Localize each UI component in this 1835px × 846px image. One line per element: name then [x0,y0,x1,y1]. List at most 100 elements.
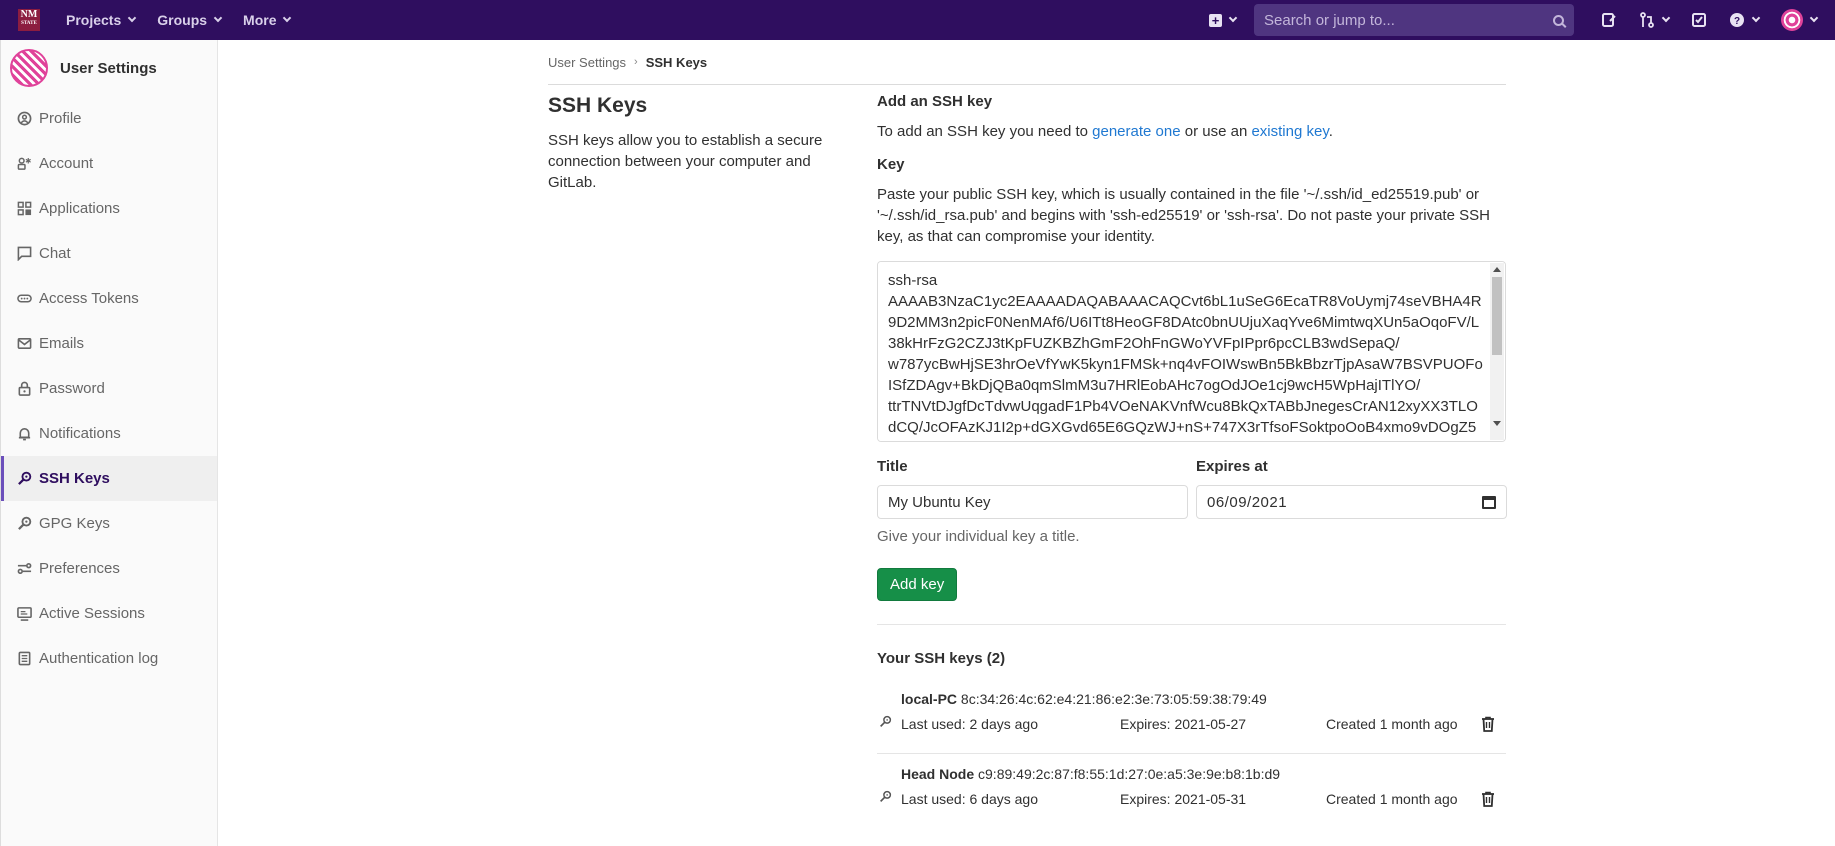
scroll-down-arrow-icon[interactable] [1493,421,1501,426]
expires-date-input[interactable]: 06/09/2021 [1196,485,1507,519]
log-icon [16,651,32,667]
title-label: Title [877,458,908,475]
sidebar-item-gpg-keys[interactable]: GPG Keys [1,501,217,546]
calendar-icon[interactable] [1482,495,1496,509]
sidebar-item-label: Applications [39,200,120,217]
nmstate-logo[interactable]: NM STATE [18,9,40,31]
chevron-down-icon [213,13,223,23]
help-button[interactable]: ? [1729,12,1761,28]
chevron-down-icon [1751,13,1761,23]
ssh-key-created: Created 1 month ago [1326,791,1458,807]
page-title: SSH Keys [548,94,648,117]
sidebar-item-ssh-keys[interactable]: SSH Keys [1,456,217,501]
search-input[interactable] [1264,11,1553,29]
existing-key-link[interactable]: existing key [1251,123,1328,140]
delete-key-button[interactable] [1481,716,1495,732]
chat-icon [16,246,32,262]
search-box[interactable] [1254,4,1574,36]
user-menu[interactable] [1781,9,1819,31]
logo-text: NM [20,9,38,20]
merge-requests-button[interactable] [1639,12,1671,28]
sidebar-item-authentication-log[interactable]: Authentication log [1,636,217,681]
ssh-key-last-used: Last used: 2 days ago [901,716,1038,732]
main-content: User Settings › SSH Keys SSH Keys SSH ke… [548,40,1507,807]
title-hint: Give your individual key a title. [877,528,1080,545]
token-icon [16,291,32,307]
search-icon[interactable] [1553,14,1564,26]
delete-key-button[interactable] [1481,791,1495,807]
scrollbar-thumb[interactable] [1492,277,1502,355]
nav-groups-label: Groups [157,12,208,28]
applications-icon [16,201,32,217]
sidebar-item-label: Active Sessions [39,605,145,622]
sidebar-item-preferences[interactable]: Preferences [1,546,217,591]
expires-field: Expires at 06/09/2021 [1196,458,1507,519]
key-textarea[interactable] [878,262,1505,441]
title-expiry-row: Title My Ubuntu Key Expires at 06/09/202… [877,458,1507,519]
nav-more[interactable]: More [243,12,292,28]
sidebar-item-account[interactable]: ✱ Account [1,141,217,186]
generate-one-link[interactable]: generate one [1092,123,1180,140]
sidebar-item-password[interactable]: Password [1,366,217,411]
todos-button[interactable] [1691,12,1707,28]
your-ssh-keys-heading: Your SSH keys (2) [877,650,1006,667]
chevron-down-icon [1809,13,1819,23]
sidebar-header[interactable]: User Settings [1,40,217,96]
mail-icon [16,336,32,352]
sidebar-item-chat[interactable]: Chat [1,231,217,276]
key-icon [880,790,892,802]
sidebar-item-label: Profile [39,110,82,127]
key-icon [16,471,32,487]
sidebar-item-access-tokens[interactable]: Access Tokens [1,276,217,321]
issues-icon [1602,13,1616,27]
sidebar-item-profile[interactable]: Profile [1,96,217,141]
sidebar-item-emails[interactable]: Emails [1,321,217,366]
ssh-key-title[interactable]: Head Node [901,766,974,782]
key-textarea-wrapper [877,261,1506,442]
add-key-heading: Add an SSH key [877,93,993,110]
sidebar-item-active-sessions[interactable]: Active Sessions [1,591,217,636]
svg-text:✱: ✱ [25,157,31,166]
plus-square-icon: + [1209,13,1222,27]
breadcrumb-user-settings[interactable]: User Settings [548,55,626,70]
nav-projects-label: Projects [66,12,122,28]
breadcrumb: User Settings › SSH Keys [548,40,1506,85]
top-right-controls: + ? [1209,0,1835,40]
preferences-icon [16,561,32,577]
key-icon [880,715,892,727]
breadcrumb-ssh-keys[interactable]: SSH Keys [646,55,707,70]
user-avatar [10,49,48,87]
nav-more-label: More [243,12,277,28]
intro-text: To add an SSH key you need to [877,123,1093,140]
sidebar-item-applications[interactable]: Applications [1,186,217,231]
todo-icon [1692,13,1706,27]
title-field: Title My Ubuntu Key [877,458,1188,519]
sessions-icon [16,606,32,622]
nav-projects[interactable]: Projects [66,12,137,28]
page-intro: SSH Keys SSH keys allow you to establish… [548,92,848,193]
sidebar-title: User Settings [60,59,157,77]
chevron-down-icon [283,13,292,23]
title-input-value: My Ubuntu Key [888,493,991,511]
svg-text:?: ? [1734,16,1740,27]
help-icon: ? [1730,13,1744,27]
new-item-dropdown[interactable]: + [1209,13,1238,27]
key-label: Key [877,156,905,173]
scroll-up-arrow-icon[interactable] [1493,267,1501,272]
settings-sidebar: User Settings Profile ✱ Account Applicat… [0,40,218,846]
chevron-down-icon [128,13,137,23]
ssh-key-item: Head Node c9:89:49:2c:87:f8:55:1d:27:0e:… [877,754,1506,829]
textarea-scrollbar[interactable] [1490,263,1504,440]
sidebar-item-notifications[interactable]: Notifications [1,411,217,456]
sidebar-item-label: SSH Keys [39,470,110,487]
issues-button[interactable] [1601,12,1617,28]
sidebar-item-label: Emails [39,335,85,352]
ssh-key-expires: Expires: 2021-05-27 [1120,716,1247,732]
ssh-key-title[interactable]: local-PC [901,691,957,707]
user-avatar [1781,9,1803,31]
title-input[interactable]: My Ubuntu Key [877,485,1188,519]
nav-groups[interactable]: Groups [157,12,223,28]
add-key-button[interactable]: Add key [877,568,958,601]
sidebar-item-label: Account [39,155,94,172]
key-help-text: Paste your public SSH key, which is usua… [877,186,1490,245]
